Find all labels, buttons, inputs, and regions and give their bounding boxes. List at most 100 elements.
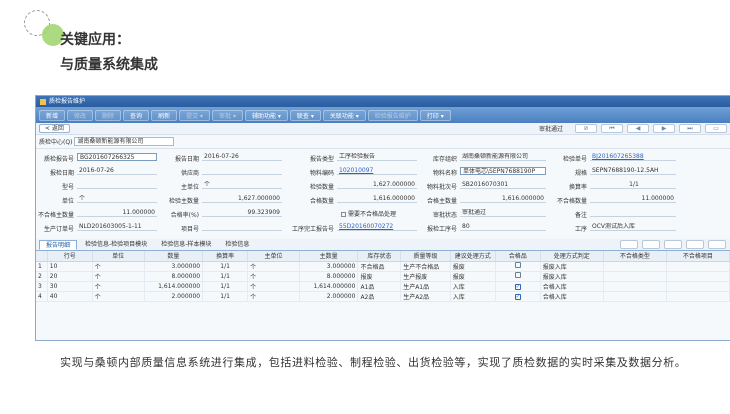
window-icon[interactable]: ▭ [705,124,727,133]
material-name-field[interactable]: 单体电芯\SEPN7688190P [460,167,546,175]
process-seq-field[interactable]: 80 [460,223,546,231]
checkbox-box[interactable] [341,212,346,217]
report-date-field[interactable]: 2016-07-26 [202,153,282,161]
paste-icon[interactable] [664,240,682,249]
column-header[interactable]: 主数量 [299,251,359,262]
table-cell: 个 [92,281,145,292]
unqualified-main-qty-field[interactable]: 11.000000 [77,209,157,217]
inspect-no-link[interactable]: BJ201607265388 [590,153,676,161]
fold-icon[interactable] [708,240,726,249]
remark-field[interactable] [590,209,676,217]
table-cell: 个 [247,291,300,302]
print-button[interactable]: 打印 [419,109,451,121]
material-code-link[interactable]: 102010097 [337,167,417,175]
last-page-icon[interactable]: ⏭ [679,124,701,133]
qualified-qty-label: 合格数量 [309,198,334,205]
stock-org-field[interactable]: 湖南桑顿新能源有限公司 [460,153,546,161]
inspect-main-qty-field[interactable]: 1,627.000000 [202,195,282,203]
project-no-field[interactable] [202,223,282,231]
completion-report-link[interactable]: 55D20160070272 [337,223,417,231]
supplier-field[interactable] [202,167,282,175]
column-header[interactable]: 换算率 [202,251,249,262]
inspect-qty-field[interactable]: 1,627.000000 [337,181,417,189]
table-cell [603,261,667,272]
table-cell: 8.000000 [144,271,204,282]
table-cell: 报废 [357,271,402,282]
process-label: 工序 [574,226,587,233]
column-header[interactable] [36,251,48,262]
first-page-icon[interactable]: ⏮ [601,124,623,133]
column-header[interactable]: 不合格类型 [603,251,667,262]
model-field[interactable] [77,181,157,189]
stock-org-label: 库存组织 [432,156,457,163]
process-field[interactable]: OCV测试后入库 [590,223,676,231]
table-tools [620,240,726,249]
submit-date-field[interactable]: 2016-07-26 [77,167,157,175]
tab-samples[interactable]: 检验信息-样本模块 [155,240,217,250]
column-header[interactable]: 不合格项目 [666,251,730,262]
column-header[interactable]: 库存状态 [357,251,402,262]
print-icon[interactable] [620,240,638,249]
delete-button[interactable]: 删除 [95,109,122,121]
spec-field[interactable]: SEPN7688190-12.5AH [590,167,676,175]
qualified-checkbox[interactable]: ✓ [514,293,521,300]
submit-button[interactable]: 提交 [179,109,211,121]
copy-icon[interactable] [642,240,660,249]
column-header[interactable]: 建议处理方式 [450,251,496,262]
qualified-checkbox[interactable] [514,262,521,268]
table-row[interactable]: 4 40 个 2.000000 1/1 个 2.000000 A2品 生产A2品 入库 ✓ 合格入库 [36,291,730,302]
table-cell: 个 [92,291,145,302]
report-date-label: 报告日期 [174,156,199,163]
table-row[interactable]: 2 20 个 8.000000 1/1 个 8.000000 报废 生产报废 报废 报废入库 [36,271,730,282]
table-cell: 个 [247,271,300,282]
approval-status-field[interactable]: 审批通过 [460,209,546,217]
column-header[interactable]: 主单位 [247,251,300,262]
add-button[interactable]: 新增 [39,109,66,121]
table-cell [495,271,541,282]
table-row[interactable]: 1 10 个 3.000000 1/1 个 3.000000 不合格品 生产不合格品 报废 报废入库 [36,261,730,272]
column-header[interactable]: 合格品 [495,251,541,262]
aux-function-button[interactable]: 辅助功能 [244,109,288,121]
table-cell: 2.000000 [299,291,359,302]
export-icon[interactable] [686,240,704,249]
pass-rate-field[interactable]: 99.323909 [202,209,282,217]
qualified-checkbox[interactable] [514,272,521,278]
refresh-button[interactable]: 刷新 [151,109,178,121]
unit-field[interactable]: 个 [77,195,157,203]
column-header[interactable]: 数量 [144,251,204,262]
qualified-main-qty-field[interactable]: 1,616.000000 [460,195,546,203]
main-unit-field[interactable]: 个 [202,181,282,189]
unqualified-qty-field[interactable]: 11.000000 [590,195,676,203]
report-no-field[interactable]: BG201607266325 [77,153,157,161]
related-function-button[interactable]: 关联功能 [322,109,366,121]
table-cell: 1/1 [202,261,249,272]
query-button[interactable]: 查询 [123,109,150,121]
table-cell: 不合格品 [357,261,402,272]
tab-report-detail[interactable]: 报告明细 [39,240,78,250]
column-header[interactable]: 处理方式判定 [540,251,604,262]
defect-handling-checkbox[interactable]: 需要不合格品处理 [341,209,396,218]
approve-button[interactable]: 审批 [212,109,243,121]
link-query-button[interactable]: 联查 [289,109,321,121]
table-row[interactable]: 3 30 个 1,614.000000 1/1 个 1,614.000000 A1品 生产A1品… [36,281,730,292]
column-header[interactable]: 行号 [47,251,93,262]
edit-button[interactable]: 修改 [67,109,94,121]
production-order-field[interactable]: NLD201603005-1-11 [77,223,157,231]
batch-no-field[interactable]: SB2016070301 [460,181,546,189]
tab-inspect-info[interactable]: 检验信息 [219,240,255,250]
prev-page-icon[interactable]: ◀ [627,124,649,133]
app-window: 质检报告维护 新增 修改 删除 查询 刷新 提交 审批 辅助功能 联查 关联功能… [35,95,730,341]
inspection-report-button[interactable]: 检验报告维护 [367,109,418,121]
next-page-icon[interactable]: ▶ [653,124,675,133]
attachment-icon[interactable]: ⊘ [575,124,597,133]
qualified-checkbox[interactable]: ✓ [514,283,521,290]
conversion-field[interactable]: 1/1 [590,181,676,189]
column-header[interactable]: 单位 [92,251,145,262]
report-type-field[interactable]: 工序检验报告 [337,153,417,161]
tab-inspect-items[interactable]: 检验信息-检验项目模块 [79,240,153,250]
back-button[interactable]: < 返回 [39,124,70,133]
org-field[interactable]: 湖南桑顿新能源有限公司 [74,137,175,146]
table-cell: 1,614.000000 [299,281,359,292]
qualified-qty-field[interactable]: 1,616.000000 [337,195,417,203]
column-header[interactable]: 质量等级 [400,251,451,262]
